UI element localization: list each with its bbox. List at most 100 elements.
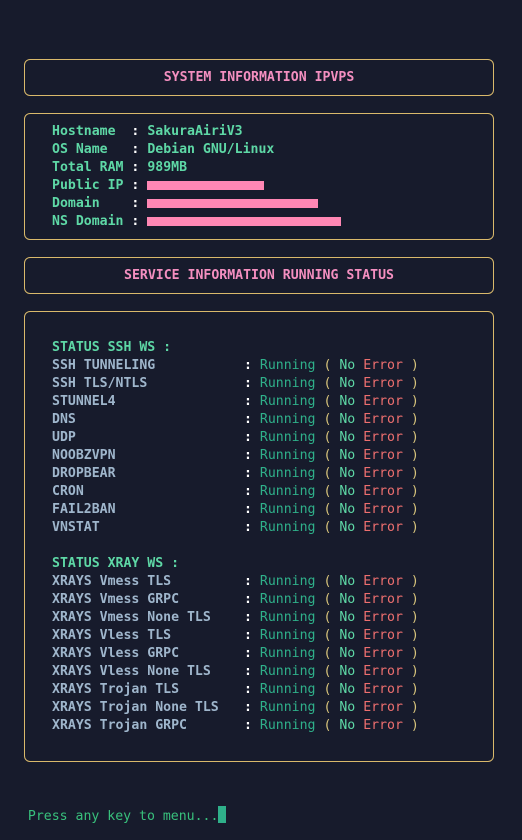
- system-info-title-box: SYSTEM INFORMATION IPVPS: [24, 59, 494, 96]
- status-paren-close: ): [410, 502, 419, 517]
- service-status: : Running ( No Error ): [244, 519, 419, 537]
- status-separator: :: [244, 412, 252, 427]
- terminal-cursor: [218, 806, 227, 823]
- service-status: : Running ( No Error ): [244, 681, 419, 699]
- service-status: : Running ( No Error ): [244, 501, 419, 519]
- service-info-title: SERVICE INFORMATION RUNNING STATUS: [124, 268, 394, 283]
- status-paren-open: (: [323, 394, 332, 409]
- status-running: Running: [259, 718, 316, 733]
- status-no: No: [339, 412, 356, 427]
- status-paren-open: (: [323, 628, 332, 643]
- service-status: : Running ( No Error ): [244, 699, 419, 717]
- service-name: XRAYS Trojan TLS: [52, 682, 180, 697]
- service-status: : Running ( No Error ): [244, 663, 419, 681]
- service-name: CRON: [52, 484, 84, 499]
- status-running: Running: [259, 664, 316, 679]
- sysinfo-value: 989MB: [147, 160, 188, 175]
- status-paren-open: (: [323, 646, 332, 661]
- status-error: Error: [363, 610, 403, 625]
- status-error: Error: [363, 376, 403, 391]
- status-paren-open: (: [323, 592, 332, 607]
- service-status: : Running ( No Error ): [244, 717, 419, 735]
- status-error: Error: [363, 520, 403, 535]
- status-paren-open: (: [323, 358, 332, 373]
- sysinfo-row: Public IP :: [52, 177, 265, 195]
- status-paren-open: (: [323, 376, 332, 391]
- system-info-panel: Hostname : SakuraAiriV3 OS Name : Debian …: [24, 113, 494, 240]
- service-status: : Running ( No Error ): [244, 609, 419, 627]
- status-running: Running: [259, 520, 316, 535]
- status-separator: :: [244, 484, 252, 499]
- status-separator: :: [244, 610, 252, 625]
- service-status: : Running ( No Error ): [244, 393, 419, 411]
- status-separator: :: [244, 592, 252, 607]
- service-status: : Running ( No Error ): [244, 483, 419, 501]
- menu-prompt[interactable]: Press any key to menu...: [12, 788, 227, 824]
- status-paren-open: (: [323, 448, 332, 463]
- sysinfo-label: OS Name: [52, 142, 132, 157]
- service-name: STUNNEL4: [52, 394, 116, 409]
- service-status: : Running ( No Error ): [244, 573, 419, 591]
- sysinfo-label: Total RAM: [52, 160, 132, 175]
- sysinfo-value: SakuraAiriV3: [147, 124, 243, 139]
- status-no: No: [339, 682, 356, 697]
- service-status: : Running ( No Error ): [244, 357, 419, 375]
- status-separator: :: [244, 448, 252, 463]
- redacted-value: [147, 180, 265, 190]
- status-no: No: [339, 484, 356, 499]
- service-status: : Running ( No Error ): [244, 627, 419, 645]
- status-no: No: [339, 502, 356, 517]
- service-info-title-box: SERVICE INFORMATION RUNNING STATUS: [24, 257, 494, 294]
- status-running: Running: [259, 430, 316, 445]
- redacted-value: [147, 198, 319, 208]
- status-running: Running: [259, 682, 316, 697]
- status-no: No: [339, 574, 356, 589]
- sysinfo-separator: :: [131, 142, 140, 157]
- status-separator: :: [244, 394, 252, 409]
- status-separator: :: [244, 466, 252, 481]
- sysinfo-label: Domain: [52, 196, 132, 211]
- status-no: No: [339, 592, 356, 607]
- status-paren-close: ): [410, 628, 419, 643]
- ssh-status-heading: STATUS SSH WS :: [52, 340, 172, 355]
- status-error: Error: [363, 448, 403, 463]
- status-paren-open: (: [323, 466, 332, 481]
- status-paren-close: ): [410, 448, 419, 463]
- status-running: Running: [259, 628, 316, 643]
- sysinfo-row: Hostname : SakuraAiriV3: [52, 123, 243, 141]
- status-no: No: [339, 358, 356, 373]
- service-name: DNS: [52, 412, 76, 427]
- status-paren-close: ): [410, 682, 419, 697]
- service-status: : Running ( No Error ): [244, 465, 419, 483]
- sysinfo-separator: :: [131, 196, 140, 211]
- status-no: No: [339, 394, 356, 409]
- status-separator: :: [244, 430, 252, 445]
- status-paren-open: (: [323, 664, 332, 679]
- status-error: Error: [363, 358, 403, 373]
- status-paren-close: ): [410, 718, 419, 733]
- status-running: Running: [259, 574, 316, 589]
- status-separator: :: [244, 520, 252, 535]
- status-paren-close: ): [410, 376, 419, 391]
- status-separator: :: [244, 358, 252, 373]
- service-name: DROPBEAR: [52, 466, 116, 481]
- sysinfo-row: NS Domain :: [52, 213, 342, 231]
- status-paren-close: ): [410, 610, 419, 625]
- service-name: XRAYS Vless None TLS: [52, 664, 211, 679]
- sysinfo-separator: :: [131, 124, 140, 139]
- status-paren-close: ): [410, 520, 419, 535]
- status-error: Error: [363, 394, 403, 409]
- status-paren-open: (: [323, 700, 332, 715]
- status-error: Error: [363, 502, 403, 517]
- status-separator: :: [244, 628, 252, 643]
- sysinfo-row: OS Name : Debian GNU/Linux: [52, 141, 274, 159]
- status-no: No: [339, 646, 356, 661]
- status-paren-open: (: [323, 412, 332, 427]
- status-error: Error: [363, 628, 403, 643]
- sysinfo-separator: :: [131, 214, 140, 229]
- status-no: No: [339, 628, 356, 643]
- status-running: Running: [259, 502, 316, 517]
- status-error: Error: [363, 412, 403, 427]
- status-separator: :: [244, 682, 252, 697]
- status-error: Error: [363, 646, 403, 661]
